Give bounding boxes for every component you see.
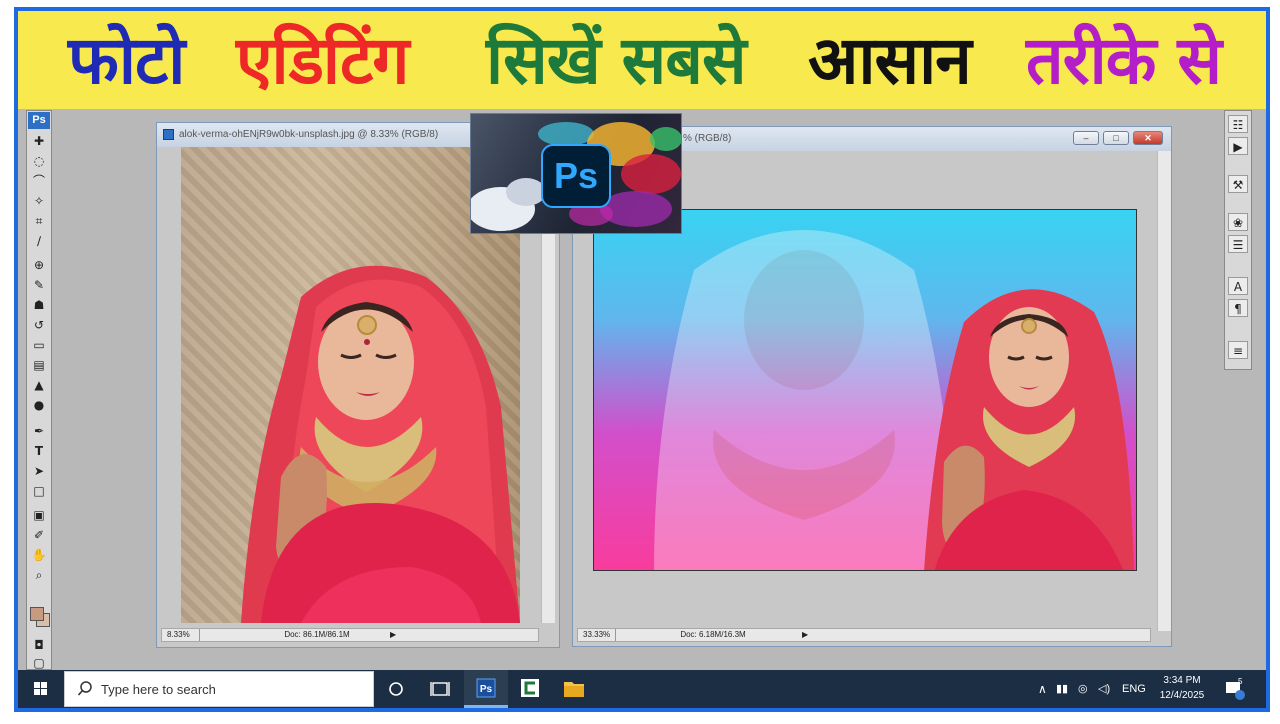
frame-border xyxy=(14,7,1270,712)
video-frame: फोटो एडिटिंग सिखें सबसे आसान तरीके से Ps… xyxy=(0,0,1280,720)
